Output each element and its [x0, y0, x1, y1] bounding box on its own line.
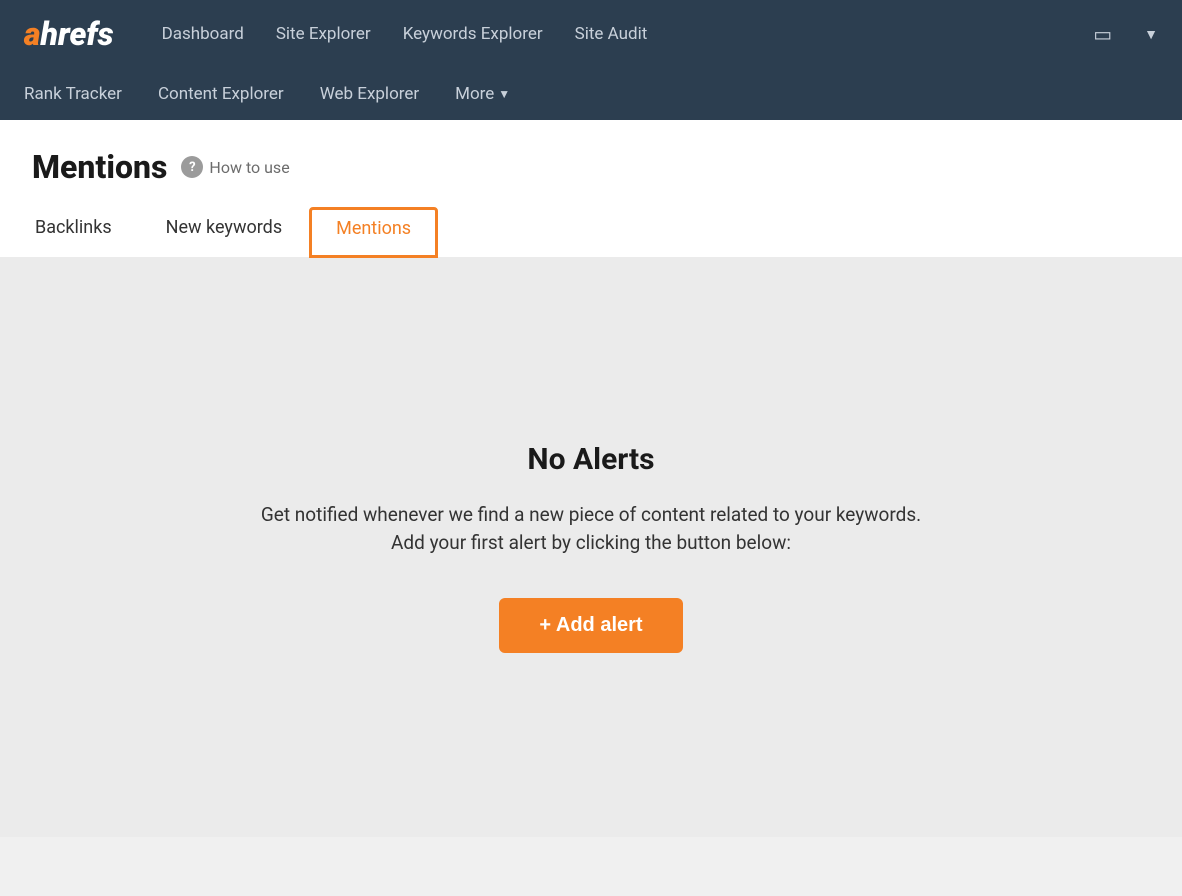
page-content: Mentions ? How to use Backlinks New keyw… [0, 120, 1182, 257]
no-alerts-desc-line1: Get notified whenever we find a new piec… [261, 503, 921, 526]
nav-link-more[interactable]: More ▼ [455, 84, 510, 104]
how-to-use-label: How to use [209, 158, 289, 177]
nav-link-content-explorer[interactable]: Content Explorer [158, 84, 284, 104]
nav-link-site-explorer[interactable]: Site Explorer [276, 24, 371, 44]
no-alerts-description: Get notified whenever we find a new piec… [261, 501, 921, 558]
how-to-use-link[interactable]: ? How to use [181, 156, 289, 178]
monitor-icon[interactable]: ▭ [1093, 22, 1112, 46]
nav-link-keywords-explorer[interactable]: Keywords Explorer [403, 24, 543, 44]
nav-link-dashboard[interactable]: Dashboard [162, 24, 244, 44]
help-icon: ? [181, 156, 203, 178]
nav-link-rank-tracker[interactable]: Rank Tracker [24, 84, 122, 104]
logo-hrefs: hrefs [40, 18, 113, 50]
nav-link-site-audit[interactable]: Site Audit [575, 24, 648, 44]
logo-a: a [24, 18, 40, 50]
main-area: No Alerts Get notified whenever we find … [0, 257, 1182, 837]
no-alerts-desc-line2: Add your first alert by clicking the but… [391, 531, 791, 554]
page-title: Mentions [32, 148, 167, 186]
more-label: More [455, 84, 494, 104]
page-header: Mentions ? How to use [32, 148, 1150, 186]
tab-new-keywords[interactable]: New keywords [139, 206, 309, 257]
no-alerts-title: No Alerts [527, 442, 654, 477]
add-alert-button[interactable]: + Add alert [499, 598, 682, 653]
nav-link-web-explorer[interactable]: Web Explorer [320, 84, 419, 104]
tab-mentions[interactable]: Mentions [309, 207, 438, 258]
tab-backlinks[interactable]: Backlinks [32, 206, 139, 257]
nav-dropdown-chevron[interactable]: ▼ [1144, 26, 1158, 43]
main-header: a hrefs Dashboard Site Explorer Keywords… [0, 0, 1182, 120]
more-chevron-icon: ▼ [498, 87, 510, 101]
tabs: Backlinks New keywords Mentions [32, 206, 1150, 257]
logo[interactable]: a hrefs [24, 18, 114, 50]
